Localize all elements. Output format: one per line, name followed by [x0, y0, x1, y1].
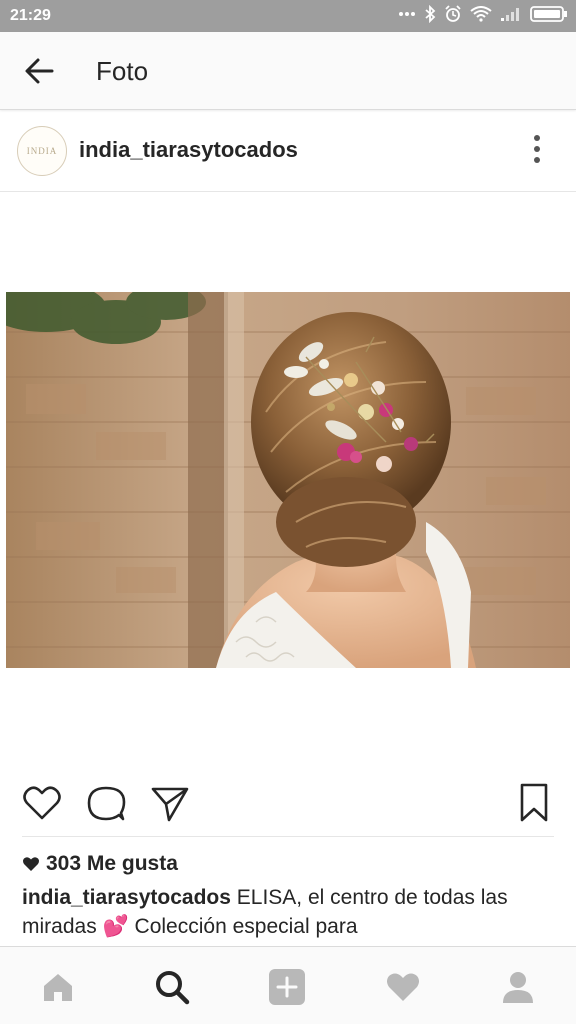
nav-profile[interactable]: [498, 967, 538, 1007]
post-actions: [0, 782, 576, 826]
likes-count[interactable]: 303 Me gusta: [22, 852, 178, 876]
nav-home[interactable]: [38, 967, 78, 1007]
activity-heart-icon: [387, 973, 419, 1001]
caption-more-text: Colección especial para: [134, 915, 358, 938]
home-icon: [44, 974, 72, 1001]
nav-add[interactable]: [267, 967, 307, 1007]
search-icon: [156, 971, 190, 1005]
avatar[interactable]: INDIA: [17, 126, 67, 176]
bookmark-icon[interactable]: [513, 782, 555, 824]
share-icon[interactable]: [149, 782, 191, 824]
avatar-logo-text: INDIA: [26, 146, 58, 156]
caption-emoji: 💕: [102, 915, 129, 938]
wifi-icon: [470, 6, 492, 22]
nav-search[interactable]: [152, 967, 192, 1007]
app-bar: Foto: [0, 32, 576, 110]
nav-activity[interactable]: [383, 967, 423, 1007]
caption-username[interactable]: india_tiarasytocados: [22, 886, 231, 909]
post-image-illustration: [6, 292, 570, 668]
status-bar: 21:29: [0, 0, 576, 32]
alarm-icon: [445, 5, 461, 22]
more-dots-icon: [399, 12, 415, 16]
arrow-left-icon[interactable]: [22, 54, 56, 88]
likes-text: 303 Me gusta: [46, 852, 178, 875]
post-image[interactable]: [6, 292, 570, 668]
signal-icon: [501, 8, 519, 21]
post-caption: india_tiarasytocados ELISA, el centro de…: [22, 883, 552, 941]
profile-icon: [503, 972, 533, 1003]
battery-icon: [530, 6, 567, 22]
bluetooth-icon: [425, 5, 436, 23]
add-icon: [269, 969, 305, 1005]
caption-clip: india_tiarasytocados ELISA, el centro de…: [0, 880, 576, 946]
post-header: INDIA india_tiarasytocados: [0, 110, 576, 192]
vertical-dots-icon[interactable]: [527, 134, 547, 164]
heart-icon[interactable]: [21, 782, 63, 824]
post-username[interactable]: india_tiarasytocados: [79, 137, 298, 163]
page-title: Foto: [96, 56, 149, 86]
heart-filled-icon: [23, 857, 39, 871]
comment-icon[interactable]: [85, 782, 127, 824]
status-time: 21:29: [10, 7, 51, 24]
status-icons: [398, 5, 568, 23]
actions-divider: [22, 836, 554, 837]
bottom-nav: [0, 946, 576, 1024]
